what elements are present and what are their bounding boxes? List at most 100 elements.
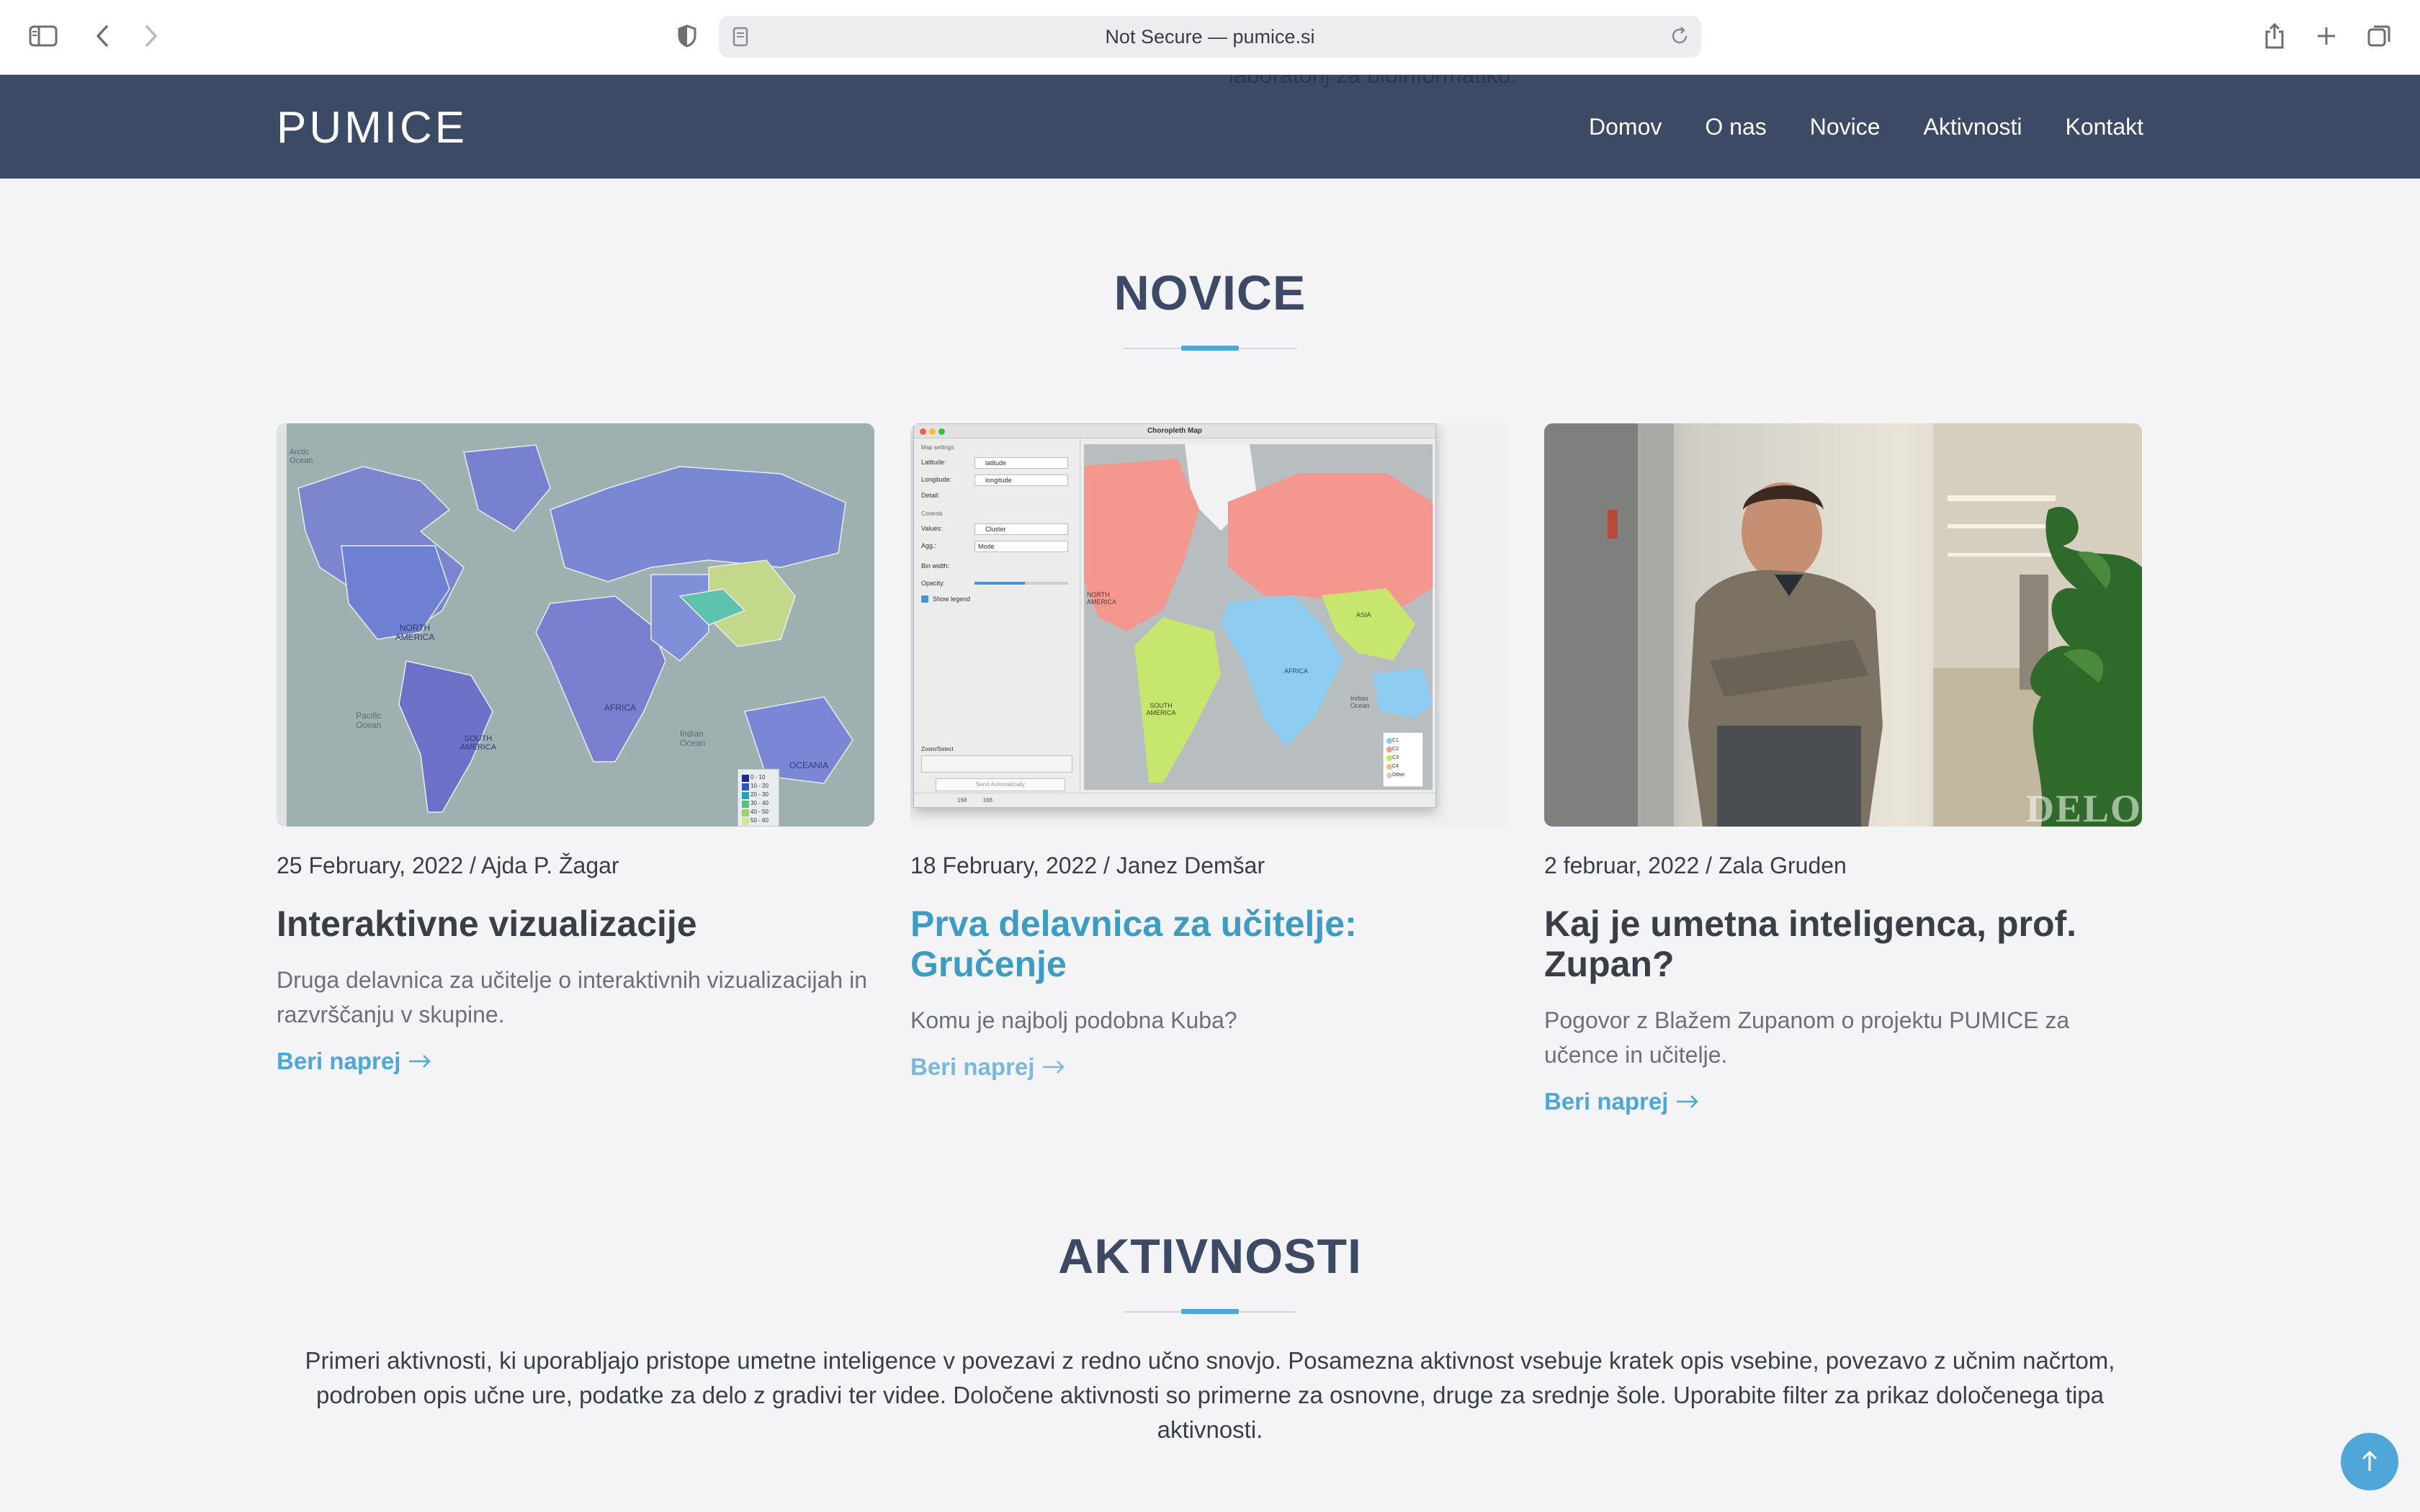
address-bar[interactable]: Not Secure — pumice.si	[719, 16, 1701, 58]
opacity-slider[interactable]	[974, 582, 1068, 585]
status-count: 168	[982, 797, 992, 804]
widget-window: Choropleth Map Map settings Latitude: lat…	[913, 423, 1436, 808]
aktivnosti-intro: Primeri aktivnosti, ki uporabljajo prist…	[305, 1347, 2115, 1443]
card-meta: 2 februar, 2022 / Zala Gruden	[1544, 852, 1847, 878]
heading-divider	[1124, 1309, 1296, 1314]
card-meta: 25 February, 2022 / Ajda P. Žagar	[277, 852, 619, 878]
card-title[interactable]: Interaktivne vizualizacije	[277, 904, 874, 944]
read-more-label: Beri naprej	[277, 1048, 401, 1074]
back-to-top-button[interactable]	[2341, 1433, 2398, 1490]
card-description: Pogovor z Blažem Zupanom o projektu PUMI…	[1544, 1007, 2070, 1068]
card-image-choropleth-widget[interactable]: Choropleth Map Map settings Latitude: lat…	[910, 423, 1508, 827]
map-label: SOUTH AMERICA	[460, 734, 497, 752]
news-card: Choropleth Map Map settings Latitude: lat…	[910, 423, 1508, 1081]
map-label: Pacific Ocean	[356, 711, 382, 730]
legend-entry: C4	[1392, 764, 1399, 769]
news-card: DELO 2 februar, 2022 / Zala Gruden Kaj j…	[1544, 423, 2142, 1115]
read-more-link[interactable]: Beri naprej	[277, 1048, 432, 1075]
share-icon[interactable]	[2256, 17, 2293, 55]
legend-checkbox[interactable]	[921, 595, 928, 603]
legend-entry: 30 - 40	[750, 800, 768, 806]
send-button[interactable]: Send Automatically	[936, 778, 1065, 791]
new-tab-icon[interactable]	[2308, 17, 2345, 55]
arrow-right-icon	[409, 1055, 431, 1068]
map-label: AFRICA	[1284, 667, 1309, 675]
read-more-label: Beri naprej	[1544, 1088, 1669, 1115]
card-image-portrait-photo[interactable]: DELO	[1544, 423, 2142, 827]
news-card: Arctic Ocean NORTH AMERICA Pacific Ocean…	[277, 423, 874, 1075]
map-legend: C1 C2 C3 C4 Other	[1392, 737, 1405, 780]
map-label: ASIA	[1356, 611, 1371, 618]
url-text: Not Secure — pumice.si	[1105, 25, 1315, 48]
widget-label: Longitude:	[921, 476, 952, 483]
forward-icon[interactable]	[133, 17, 170, 55]
legend-entry: 20 - 30	[750, 791, 768, 798]
legend-entry: Other	[1392, 773, 1405, 778]
widget-label: Show legend	[933, 595, 971, 603]
map-label: Indian Ocean	[1350, 695, 1370, 709]
tab-overview-icon[interactable]	[2361, 17, 2398, 55]
map-label: AFRICA	[604, 703, 637, 713]
site-logo[interactable]: PUMICE	[277, 102, 467, 153]
legend-entry: 50 - 60	[750, 817, 768, 824]
widget-section-label: Map settings	[921, 444, 954, 451]
arrow-right-icon	[1677, 1095, 1699, 1108]
widget-select[interactable]: Cluster	[974, 523, 1068, 535]
map-label: SOUTH AMERICA	[1146, 702, 1176, 716]
browser-toolbar: Not Secure — pumice.si	[0, 0, 2420, 75]
legend-entry: C3	[1392, 755, 1399, 760]
map-label: NORTH AMERICA	[1087, 591, 1117, 606]
widget-section-label: Controls	[921, 510, 943, 517]
photo-watermark: DELO	[2025, 787, 2142, 827]
legend-entry: C2	[1392, 747, 1399, 752]
card-meta: 18 February, 2022 / Janez Demšar	[910, 852, 1265, 878]
widget-select[interactable]: longitude	[974, 474, 1068, 486]
card-image-world-map[interactable]: Arctic Ocean NORTH AMERICA Pacific Ocean…	[277, 423, 874, 827]
map-label: Indian Ocean	[680, 729, 706, 748]
map-label: NORTH AMERICA	[395, 623, 435, 642]
read-more-link[interactable]: Beri naprej	[910, 1053, 1066, 1081]
widget-label: Opacity:	[921, 580, 946, 587]
widget-select[interactable]: latitude	[974, 457, 1068, 469]
scrolled-text: laboratorij za bioinformatiko.	[1229, 75, 1518, 88]
heading-divider	[1124, 346, 1296, 351]
section-heading-aktivnosti: AKTIVNOSTI	[1058, 1229, 1362, 1284]
legend-entry: C1	[1392, 738, 1399, 743]
widget-title: Choropleth Map	[1147, 427, 1203, 435]
widget-label: Values:	[921, 525, 943, 532]
section-heading-novice: NOVICE	[1113, 266, 1307, 320]
read-more-link[interactable]: Beri naprej	[1544, 1088, 1700, 1115]
status-count: 168	[957, 797, 967, 804]
page-icon	[732, 26, 749, 53]
sidebar-toggle-icon[interactable]	[24, 17, 62, 55]
nav-item-kontakt[interactable]: Kontakt	[2065, 114, 2143, 140]
site-header: laboratorij za bioinformatiko. PUMICE Do…	[0, 75, 2420, 179]
privacy-shield-icon[interactable]	[668, 17, 706, 55]
map-label: Arctic Ocean	[290, 448, 313, 465]
widget-label: Latitude:	[921, 459, 946, 466]
nav-item-domov[interactable]: Domov	[1589, 114, 1662, 140]
arrow-up-icon	[2362, 1450, 2378, 1471]
widget-status-bar: 168 168	[914, 793, 1435, 807]
nav-item-aktivnosti[interactable]: Aktivnosti	[1924, 114, 2022, 140]
widget-label: Detail:	[921, 492, 940, 499]
read-more-label: Beri naprej	[910, 1053, 1035, 1080]
back-icon[interactable]	[84, 17, 121, 55]
map-legend: 0 - 10 10 - 20 20 - 30 30 - 40 40 - 50 5…	[750, 773, 768, 825]
arrow-right-icon	[1043, 1061, 1065, 1074]
nav-item-o-nas[interactable]: O nas	[1705, 114, 1766, 140]
card-title[interactable]: Prva delavnica za učitelje: Gručenje	[910, 904, 1508, 984]
nav-item-novice[interactable]: Novice	[1810, 114, 1881, 140]
reload-icon[interactable]	[1668, 24, 1691, 53]
widget-label: Zoom/Select	[921, 746, 954, 752]
widget-select[interactable]: Mode	[974, 541, 1068, 552]
card-description: Komu je najbolj podobna Kuba?	[910, 1007, 1237, 1033]
widget-label: Bin width:	[921, 562, 950, 570]
legend-entry: 0 - 10	[750, 774, 766, 780]
map-label: OCEANIA	[789, 760, 829, 770]
legend-entry: 40 - 50	[750, 809, 768, 815]
legend-entry: 10 - 20	[750, 783, 768, 789]
widget-label: Agg.:	[921, 542, 937, 549]
card-title[interactable]: Kaj je umetna inteligenca, prof. Zupan?	[1544, 904, 2142, 984]
main-nav: Domov O nas Novice Aktivnosti Kontakt	[1589, 75, 2143, 179]
